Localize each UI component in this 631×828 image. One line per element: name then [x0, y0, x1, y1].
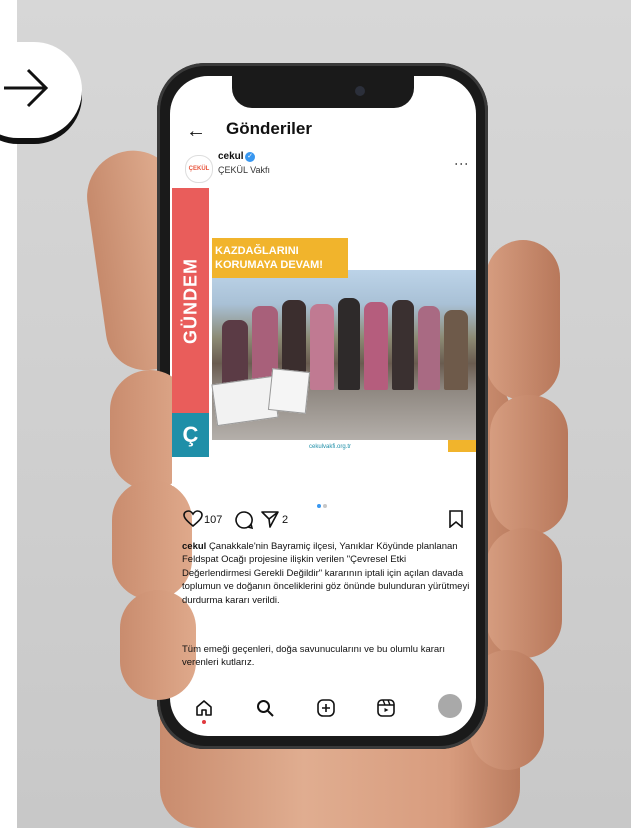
page-title: Gönderiler — [226, 119, 312, 138]
share-icon[interactable] — [260, 509, 280, 529]
more-vertical-icon[interactable]: ⋮ — [454, 157, 470, 170]
post-caption: cekul Çanakkale'nin Bayramiç ilçesi, Yan… — [182, 540, 472, 607]
protest-photo — [211, 270, 476, 440]
heart-icon[interactable] — [183, 510, 203, 528]
post-image[interactable]: GÜNDEM Ç KAZDAĞLARINI KORUMAYA DEVAM! ce… — [172, 188, 476, 486]
share-count[interactable]: 2 — [282, 514, 288, 526]
hand-finger — [112, 480, 192, 600]
hand-finger — [490, 395, 568, 535]
hand-finger — [486, 240, 560, 400]
carousel-dot — [323, 504, 327, 508]
create-icon[interactable] — [316, 698, 336, 718]
verified-badge-icon: ✓ — [245, 152, 255, 162]
reels-icon[interactable] — [376, 698, 396, 718]
screenshot-stage: ← Gönderiler ÇEKÜL cekul ✓ ÇEKÜL Vakfı ⋮… — [0, 0, 631, 828]
bottom-nav — [172, 690, 476, 730]
caption-username[interactable]: cekul — [182, 541, 206, 552]
post-username[interactable]: cekul — [218, 151, 244, 162]
notification-dot — [202, 720, 206, 724]
post-caption-continued: Tüm emeği geçenleri, doğa savunucularını… — [182, 644, 445, 669]
post-image-site: cekulvakfi.org.tr — [308, 444, 351, 450]
home-icon[interactable] — [194, 698, 214, 718]
arrow-right-icon — [4, 68, 49, 108]
post-subtitle[interactable]: ÇEKÜL Vakfı — [218, 165, 270, 175]
hand-finger — [486, 528, 562, 658]
front-camera — [355, 86, 365, 96]
carousel-dot-active — [317, 504, 321, 508]
gundem-label: GÜNDEM — [180, 257, 200, 344]
phone-notch — [232, 76, 414, 108]
profile-avatar[interactable] — [438, 694, 462, 718]
avatar[interactable]: ÇEKÜL — [185, 155, 213, 183]
bookmark-icon[interactable] — [448, 510, 464, 528]
caption-text: Çanakkale'nin Bayramiç ilçesi, Yanıklar … — [182, 541, 470, 606]
protest-sign — [267, 368, 311, 414]
cekul-logo-mark: Ç — [172, 413, 209, 457]
like-count[interactable]: 107 — [204, 514, 222, 526]
comment-icon[interactable] — [234, 510, 254, 530]
search-icon[interactable] — [255, 698, 275, 718]
post-headline-banner: KAZDAĞLARINI KORUMAYA DEVAM! — [212, 238, 348, 278]
arrow-left-icon[interactable]: ← — [186, 121, 206, 141]
carousel-indicator — [316, 495, 328, 513]
accent-bar — [448, 440, 476, 452]
